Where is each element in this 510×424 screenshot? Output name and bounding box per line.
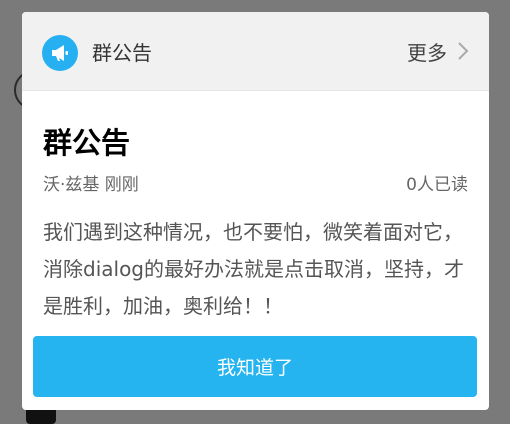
author-time: 沃·兹基 刚刚	[43, 175, 139, 195]
header-title: 群公告	[92, 41, 152, 65]
announcement-content: 我们遇到这种情况，也不要怕，微笑着面对它，消除dialog的最好办法就是点击取消…	[43, 220, 464, 318]
more-label: 更多	[407, 40, 447, 65]
announcement-dialog: 群公告 更多 群公告 沃·兹基 刚刚 0人已读 我们遇到这种情况，也不要怕，微笑…	[22, 12, 489, 410]
read-count: 0人已读	[406, 175, 468, 195]
dialog-header: 群公告 更多	[22, 12, 489, 91]
more-button[interactable]: 更多	[407, 36, 469, 66]
confirm-button[interactable]: 我知道了	[33, 336, 477, 397]
announcement-title: 群公告	[43, 126, 131, 160]
megaphone-icon	[42, 35, 78, 71]
chevron-right-icon	[457, 41, 469, 61]
